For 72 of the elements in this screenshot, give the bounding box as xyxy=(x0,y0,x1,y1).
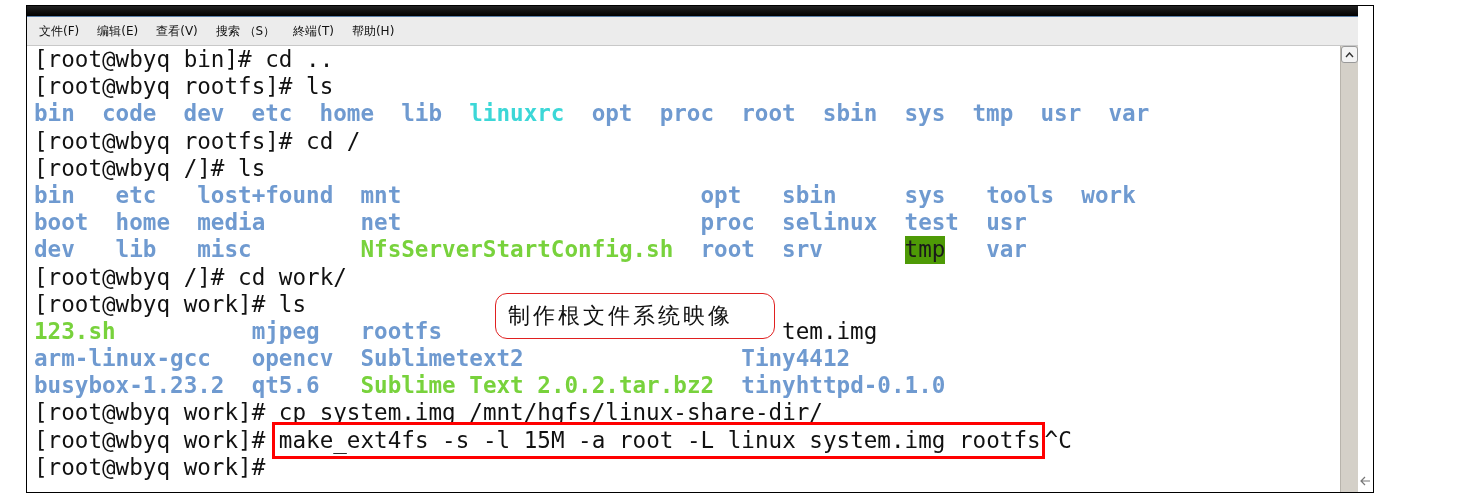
directory-name: home xyxy=(319,100,375,128)
directory-name: busybox-1.23.2 xyxy=(34,372,225,400)
menu-item[interactable]: 搜索 （S） xyxy=(215,22,276,40)
directory-name: srv xyxy=(782,236,823,264)
directory-name: dev xyxy=(183,100,225,128)
directory-name: proc xyxy=(659,100,715,128)
directory-name: tmp xyxy=(904,236,946,264)
directory-name: Sublimetext2 xyxy=(360,345,524,373)
shell-prompt: [root@wbyq work]# xyxy=(34,426,266,453)
directory-name: sys xyxy=(904,181,946,210)
terminal-line: [root@wbyq work]# ls xyxy=(34,290,307,317)
directory-name: dev xyxy=(34,236,75,264)
directory-name: proc xyxy=(700,209,755,237)
directory-name: mnt xyxy=(360,181,402,210)
directory-name: usr xyxy=(986,209,1027,237)
callout-note: 制作根文件系统映像 xyxy=(495,293,775,339)
terminal-line: [root@wbyq /]# ls xyxy=(34,154,266,181)
directory-name: lib xyxy=(401,100,443,128)
terminal-line: [root@wbyq /]# cd work/ xyxy=(34,263,347,290)
file-name: tem.img xyxy=(782,317,878,346)
menu-item[interactable]: 查看(V) xyxy=(156,22,198,40)
executable-name: Sublime Text 2.0.2.tar.bz2 xyxy=(360,372,715,400)
directory-name: rootfs xyxy=(360,317,443,346)
directory-name: home xyxy=(115,209,171,237)
executable-name: 123.sh xyxy=(34,317,116,346)
directory-name: sbin xyxy=(822,100,878,128)
highlighted-command: make_ext4fs -s -l 15M -a root -L linux system.img rootfs xyxy=(271,421,1045,459)
menu-item[interactable]: 帮助(H) xyxy=(351,22,395,40)
directory-name: etc xyxy=(251,100,293,128)
directory-name: usr xyxy=(1040,100,1082,128)
directory-name: root xyxy=(700,236,755,264)
directory-name: lost+found xyxy=(197,181,334,210)
directory-name: lib xyxy=(115,236,157,264)
scroll-up-icon[interactable] xyxy=(1341,46,1358,63)
directory-name: test xyxy=(904,209,959,237)
terminal-line: [root@wbyq rootfs]# ls xyxy=(34,73,334,100)
directory-name: work xyxy=(1081,181,1136,210)
menu-item[interactable]: 编辑(E) xyxy=(97,22,139,40)
executable-name: NfsServerStartConfig.sh xyxy=(360,236,674,264)
directory-name: root xyxy=(741,100,796,128)
terminal-line: [root@wbyq work]# xyxy=(34,453,266,480)
directory-name: mjpeg xyxy=(251,317,320,346)
directory-name: net xyxy=(360,209,402,237)
directory-name: var xyxy=(1108,100,1150,128)
directory-name: opt xyxy=(591,100,633,128)
directory-name: sbin xyxy=(782,181,837,210)
interrupt-mark: ^C xyxy=(1044,426,1072,453)
link-name: linuxrc xyxy=(469,100,565,128)
directory-name: tools xyxy=(986,181,1055,210)
left-arrow-icon xyxy=(1360,476,1371,486)
directory-name: opencv xyxy=(251,345,334,373)
directory-name: misc xyxy=(197,236,252,264)
directory-name: code xyxy=(102,100,157,128)
directory-name: bin xyxy=(34,181,75,210)
directory-name: media xyxy=(197,209,266,237)
terminal-line: [root@wbyq bin]# cd .. xyxy=(34,46,334,72)
directory-name: var xyxy=(986,236,1027,264)
directory-name: boot xyxy=(34,209,89,237)
terminal-line: [root@wbyq rootfs]# cd / xyxy=(34,127,361,154)
directory-name: bin xyxy=(34,100,75,128)
directory-name: selinux xyxy=(782,209,878,237)
directory-name: opt xyxy=(700,181,742,210)
menu-item[interactable]: 文件(F) xyxy=(39,22,80,40)
directory-name: tinyhttpd-0.1.0 xyxy=(741,372,946,400)
directory-name: tmp xyxy=(972,100,1014,128)
directory-name: arm-linux-gcc xyxy=(34,345,211,373)
directory-name: etc xyxy=(115,181,157,210)
menu-item[interactable]: 終端(T) xyxy=(293,22,334,40)
directory-name: qt5.6 xyxy=(251,372,320,400)
directory-name: Tiny4412 xyxy=(741,345,851,373)
scrollbar[interactable] xyxy=(1340,46,1358,492)
directory-name: sys xyxy=(904,100,946,128)
